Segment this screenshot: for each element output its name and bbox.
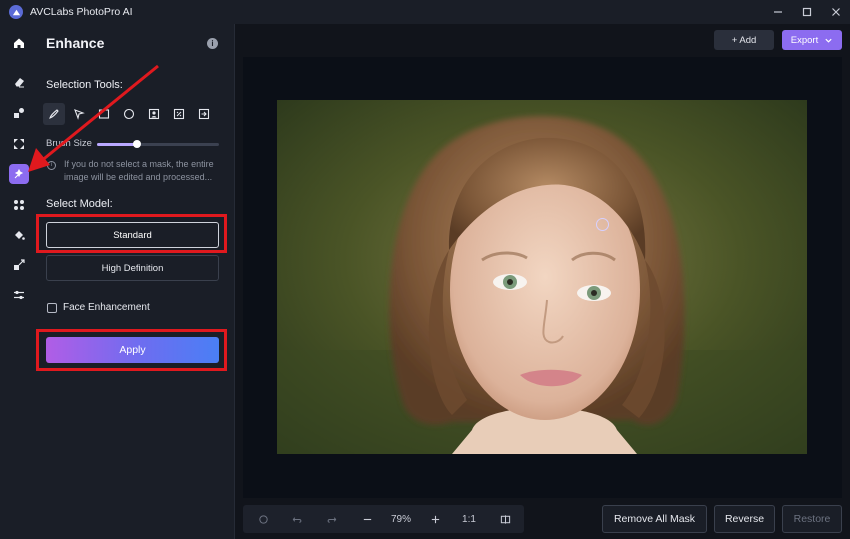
brush-size-label: Brush Size	[46, 138, 92, 149]
portrait-icon[interactable]	[143, 103, 165, 125]
minimize-icon[interactable]	[763, 0, 792, 24]
selection-tools-label: Selection Tools:	[46, 79, 123, 91]
annotation-box-apply	[36, 329, 227, 371]
selection-tools	[43, 103, 223, 125]
image-canvas[interactable]	[243, 57, 842, 498]
replace-icon[interactable]	[10, 104, 28, 122]
note-info-icon: i	[47, 161, 56, 170]
zoom-out-icon[interactable]	[355, 505, 379, 533]
restore-button[interactable]: Restore	[782, 505, 842, 533]
fill-icon[interactable]	[10, 226, 28, 244]
export-mask-icon[interactable]	[193, 103, 215, 125]
face-enhancement-checkbox[interactable]	[47, 303, 57, 313]
reverse-button[interactable]: Reverse	[714, 505, 775, 533]
compare-icon[interactable]	[493, 505, 517, 533]
eraser-icon[interactable]	[10, 73, 28, 91]
close-icon[interactable]	[821, 0, 850, 24]
tool-rail	[0, 24, 37, 539]
undo-icon[interactable]	[285, 505, 309, 533]
ellipse-icon[interactable]	[118, 103, 140, 125]
select-model-label: Select Model:	[46, 198, 113, 210]
canvas-toolbar: 79% 1:1	[243, 505, 524, 533]
resize-icon[interactable]	[10, 256, 28, 274]
chevron-down-icon	[825, 38, 832, 43]
model-high-definition-button[interactable]: High Definition	[46, 255, 219, 281]
face-enhancement-label: Face Enhancement	[63, 302, 150, 313]
mask-note: If you do not select a mask, the entire …	[64, 159, 214, 182]
rectangle-icon[interactable]	[93, 103, 115, 125]
actual-size-button[interactable]: 1:1	[457, 505, 481, 533]
export-label: Export	[790, 34, 819, 46]
app-title: AVCLabs PhotoPro AI	[30, 6, 133, 18]
window-controls	[763, 0, 850, 24]
adjust-icon[interactable]	[10, 286, 28, 304]
lasso-icon[interactable]	[68, 103, 90, 125]
brush-size-handle[interactable]	[133, 140, 142, 148]
app-logo-icon	[9, 5, 23, 19]
remove-all-mask-button[interactable]: Remove All Mask	[602, 505, 707, 533]
redo-icon[interactable]	[319, 505, 343, 533]
brush-size-slider[interactable]	[97, 143, 219, 146]
lasso-reset-icon[interactable]	[251, 505, 275, 533]
brush-size-fill	[97, 143, 138, 146]
portrait-photo	[277, 100, 807, 454]
cutout-icon[interactable]	[10, 196, 28, 214]
export-button[interactable]: Export	[782, 30, 842, 50]
enhance-panel: Enhance i Selection Tools: Brush Size i …	[37, 24, 235, 539]
info-icon[interactable]: i	[207, 38, 218, 49]
zoom-level: 79%	[390, 513, 411, 525]
panel-title: Enhance	[46, 35, 105, 51]
brush-cursor	[596, 218, 609, 231]
add-button[interactable]: + Add	[714, 30, 774, 50]
zoom-in-icon[interactable]	[423, 505, 447, 533]
enhance-icon[interactable]	[9, 164, 29, 184]
annotation-box-standard	[36, 214, 227, 253]
scale-icon[interactable]	[10, 135, 28, 153]
title-bar: AVCLabs PhotoPro AI	[0, 0, 850, 24]
auto-select-icon[interactable]	[168, 103, 190, 125]
home-icon[interactable]	[10, 34, 28, 52]
brush-icon[interactable]	[43, 103, 65, 125]
maximize-icon[interactable]	[792, 0, 821, 24]
